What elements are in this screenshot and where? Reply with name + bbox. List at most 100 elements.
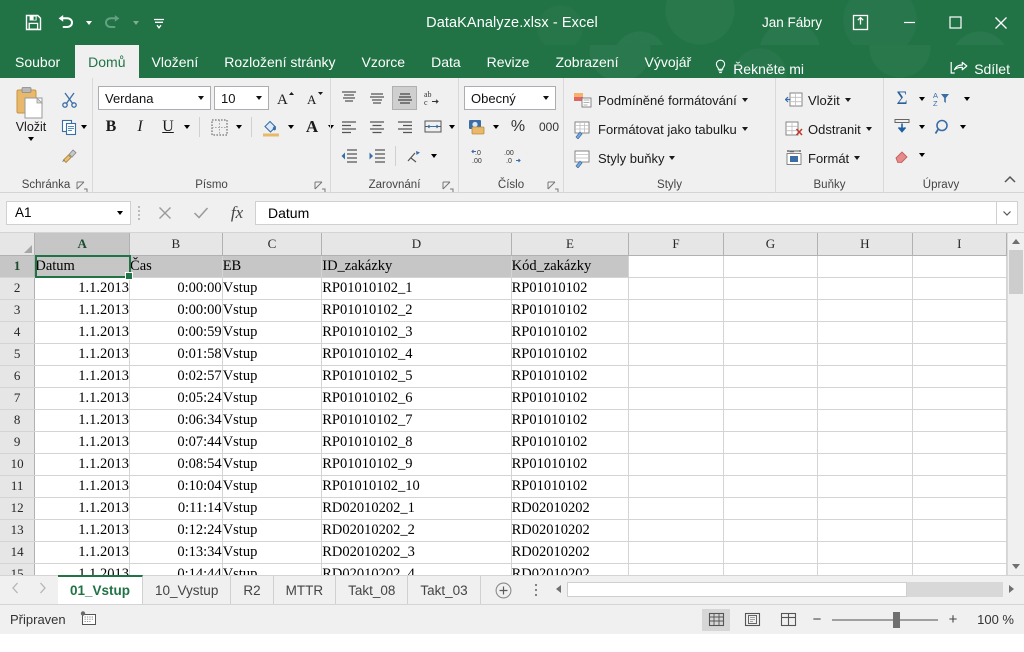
decrease-decimal-button[interactable]: .00.0 [499, 144, 529, 168]
format-cells-dropdown-icon[interactable] [854, 156, 861, 160]
conditional-formatting-dropdown-icon[interactable] [741, 98, 748, 102]
cell-a6[interactable]: 1.1.2013 [34, 365, 131, 388]
cell-h15[interactable] [817, 563, 913, 575]
zoom-level-label[interactable]: 100 % [968, 612, 1014, 627]
number-dialog-launcher-icon[interactable] [547, 180, 559, 192]
next-sheet-icon[interactable] [38, 581, 47, 599]
cell-g8[interactable] [723, 409, 819, 432]
page-break-view-icon[interactable] [774, 609, 802, 631]
cell-e4[interactable]: RP01010102 [511, 321, 630, 344]
row-header-8[interactable]: 8 [0, 409, 36, 432]
decrease-font-size-button[interactable]: A [301, 86, 327, 110]
cell-a12[interactable]: 1.1.2013 [34, 497, 131, 520]
column-header-g[interactable]: G [723, 233, 819, 256]
insert-cells-button[interactable]: Vložit [781, 87, 876, 113]
cell-c15[interactable]: Vstup [222, 563, 323, 575]
borders-dropdown-icon[interactable] [232, 125, 245, 129]
cell-g14[interactable] [723, 541, 819, 564]
cell-i15[interactable] [912, 563, 1007, 575]
cell-b1[interactable]: Čas [129, 255, 223, 278]
cell-i3[interactable] [912, 299, 1007, 322]
confirm-edit-icon[interactable] [183, 200, 219, 226]
cell-i5[interactable] [912, 343, 1007, 366]
cell-g2[interactable] [723, 277, 819, 300]
maximize-button[interactable] [932, 0, 978, 45]
font-name-dropdown-icon[interactable] [194, 96, 208, 100]
accounting-format-button[interactable] [464, 115, 489, 139]
alignment-dialog-launcher-icon[interactable] [442, 180, 454, 192]
cell-c3[interactable]: Vstup [222, 299, 323, 322]
fill-dropdown-icon[interactable] [915, 125, 928, 129]
cell-b14[interactable]: 0:13:34 [129, 541, 223, 564]
minimize-button[interactable] [886, 0, 932, 45]
row-header-11[interactable]: 11 [0, 475, 36, 498]
cell-h2[interactable] [817, 277, 913, 300]
merge-center-button[interactable] [420, 115, 445, 139]
scroll-up-button[interactable] [1008, 233, 1024, 250]
align-center-button[interactable] [364, 115, 389, 139]
cell-a11[interactable]: 1.1.2013 [34, 475, 131, 498]
formula-input[interactable]: Datum [255, 200, 996, 225]
column-header-d[interactable]: D [321, 233, 512, 256]
orientation-button[interactable]: ab c [420, 86, 445, 110]
comma-style-button[interactable]: 000 [534, 115, 564, 139]
cell-b3[interactable]: 0:00:00 [129, 299, 223, 322]
cell-a3[interactable]: 1.1.2013 [34, 299, 131, 322]
undo-dropdown-icon[interactable] [82, 8, 95, 38]
hscroll-left-button[interactable] [549, 580, 567, 598]
cell-f11[interactable] [628, 475, 724, 498]
copy-dropdown-icon[interactable] [81, 125, 87, 129]
zoom-slider[interactable]: − + [810, 611, 960, 628]
cell-b2[interactable]: 0:00:00 [129, 277, 223, 300]
clear-dropdown-icon[interactable] [915, 153, 928, 157]
sheet-tab-01-vstup[interactable]: 01_Vstup [58, 575, 144, 604]
align-bottom-button[interactable] [392, 86, 417, 110]
copy-button[interactable] [57, 114, 87, 140]
cell-f3[interactable] [628, 299, 724, 322]
autosum-dropdown-icon[interactable] [915, 97, 928, 101]
row-header-6[interactable]: 6 [0, 365, 36, 388]
bold-button[interactable]: B [98, 115, 124, 139]
cell-g1[interactable] [723, 255, 819, 278]
add-sheet-button[interactable] [481, 576, 526, 604]
column-header-c[interactable]: C [222, 233, 323, 256]
row-header-9[interactable]: 9 [0, 431, 36, 454]
cell-f1[interactable] [628, 255, 724, 278]
cell-d5[interactable]: RP01010102_4 [321, 343, 512, 366]
cell-h6[interactable] [817, 365, 913, 388]
cell-a14[interactable]: 1.1.2013 [34, 541, 131, 564]
increase-indent-button[interactable] [364, 144, 389, 168]
row-header-1[interactable]: 1 [0, 255, 36, 278]
cell-c12[interactable]: Vstup [222, 497, 323, 520]
cell-g11[interactable] [723, 475, 819, 498]
cell-d13[interactable]: RD02010202_2 [321, 519, 512, 542]
vertical-scroll-thumb[interactable] [1009, 250, 1023, 294]
cell-c11[interactable]: Vstup [222, 475, 323, 498]
expand-formula-bar-icon[interactable] [996, 200, 1018, 225]
sheet-tab-takt-08[interactable]: Takt_08 [336, 576, 409, 604]
cell-a7[interactable]: 1.1.2013 [34, 387, 131, 410]
cell-c6[interactable]: Vstup [222, 365, 323, 388]
cell-b15[interactable]: 0:14:44 [129, 563, 223, 575]
delete-cells-button[interactable]: Odstranit [781, 116, 876, 142]
align-right-button[interactable] [392, 115, 417, 139]
cell-i12[interactable] [912, 497, 1007, 520]
cell-e6[interactable]: RP01010102 [511, 365, 630, 388]
decrease-indent-button[interactable] [336, 144, 361, 168]
cell-d9[interactable]: RP01010102_8 [321, 431, 512, 454]
percent-style-button[interactable]: % [505, 115, 531, 139]
font-color-button[interactable]: A [300, 115, 324, 139]
cell-d10[interactable]: RP01010102_9 [321, 453, 512, 476]
cell-c2[interactable]: Vstup [222, 277, 323, 300]
cell-h4[interactable] [817, 321, 913, 344]
cell-f12[interactable] [628, 497, 724, 520]
cell-b9[interactable]: 0:07:44 [129, 431, 223, 454]
number-format-dropdown-icon[interactable] [539, 96, 553, 100]
find-select-button[interactable] [930, 115, 956, 139]
tab-zobrazeni[interactable]: Zobrazení [542, 45, 631, 78]
horizontal-scrollbar[interactable] [546, 576, 1024, 604]
cell-d3[interactable]: RP01010102_2 [321, 299, 512, 322]
cell-b4[interactable]: 0:00:59 [129, 321, 223, 344]
cell-f14[interactable] [628, 541, 724, 564]
cell-styles-dropdown-icon[interactable] [669, 156, 676, 160]
